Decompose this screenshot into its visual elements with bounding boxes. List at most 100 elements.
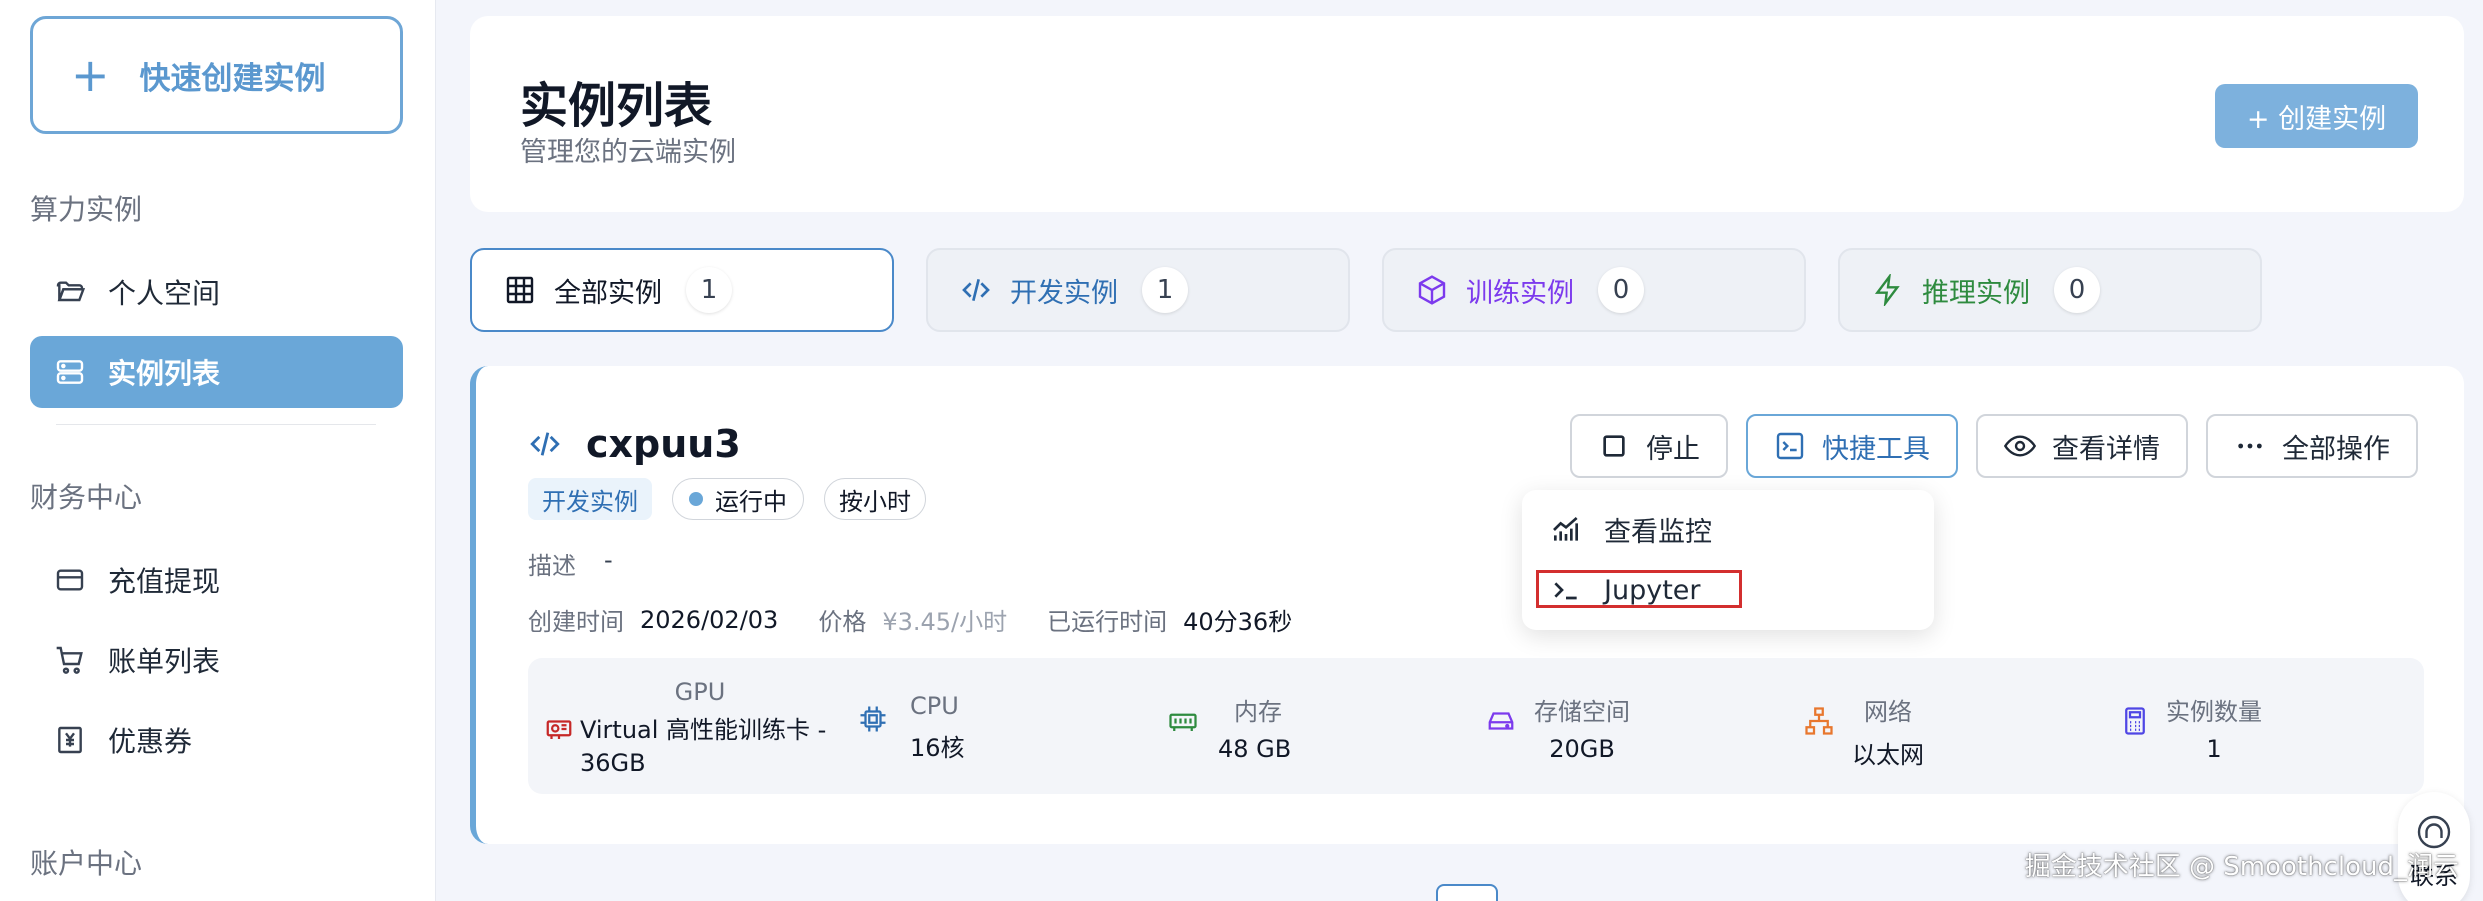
sidebar-item-instances[interactable]: 实例列表 <box>30 336 403 408</box>
billing-badge: 按小时 <box>824 478 926 520</box>
storage-label: 存储空间 <box>1534 698 1630 726</box>
quick-tools-label: 快捷工具 <box>1822 433 1930 465</box>
memory-icon <box>1169 713 1197 731</box>
instance-badges: 开发实例 运行中 按小时 <box>528 478 926 520</box>
jupyter-highlight-box <box>1536 570 1742 608</box>
stop-square-icon <box>1603 435 1625 457</box>
tab-dev-instances[interactable]: 开发实例 1 <box>926 248 1350 332</box>
status-dot <box>689 492 703 506</box>
storage-value: 20GB <box>1549 735 1615 763</box>
sidebar-item-bills[interactable]: 账单列表 <box>30 624 403 696</box>
cube-icon <box>1418 275 1446 305</box>
terminal-icon <box>1776 432 1804 460</box>
ellipsis-icon <box>2238 443 2262 449</box>
yen-receipt-icon <box>58 726 82 754</box>
instance-card: cxpuu3 开发实例 运行中 按小时 描述 - 创建时间 2026/02/03… <box>470 366 2464 844</box>
section-finance: 财务中心 <box>30 481 143 514</box>
spec-network: 网络 以太网 <box>1804 692 1924 770</box>
sidebar-item-label: 优惠券 <box>108 725 193 758</box>
folder-icon <box>56 281 86 302</box>
spec-instance-count: 实例数量 1 <box>2120 692 2262 763</box>
gpu-label: GPU <box>674 678 726 706</box>
grid-icon <box>506 276 534 304</box>
quick-tools-dropdown: 查看监控 Jupyter <box>1522 490 1934 630</box>
menu-item-monitor[interactable]: 查看监控 <box>1550 510 1712 549</box>
tab-all-instances[interactable]: 全部实例 1 <box>470 248 894 332</box>
tab-train-instances[interactable]: 训练实例 0 <box>1382 248 1806 332</box>
created-value: 2026/02/03 <box>640 605 779 634</box>
instance-actions: 停止 快捷工具 查看详情 全部操作 <box>1570 414 2418 478</box>
watermark: 掘金技术社区 @ Smoothcloud_润云 <box>2024 852 2459 882</box>
instance-specs: GPU Virtual 高性能训练卡 - 36GB CPU 16核 内存 48 … <box>528 658 2424 794</box>
instance-title-row: cxpuu3 <box>528 422 741 466</box>
sidebar-item-label: 个人空间 <box>108 277 221 310</box>
status-text: 运行中 <box>715 487 787 516</box>
cpu-icon <box>860 706 886 732</box>
server-icon <box>56 360 84 384</box>
meta-row: 创建时间 2026/02/03 价格 ¥3.45/小时 已运行时间 40分36秒 <box>528 602 1316 637</box>
tab-label: 推理实例 <box>1922 277 2030 309</box>
tab-label: 训练实例 <box>1466 277 1574 309</box>
instance-count-label: 实例数量 <box>2166 698 2262 726</box>
runtime-label: 已运行时间 <box>1047 608 1168 636</box>
divider <box>56 424 376 425</box>
price-value: ¥3.45/小时 <box>882 608 1008 636</box>
type-badge: 开发实例 <box>528 478 652 520</box>
gpu-icon <box>546 720 572 739</box>
instance-name: cxpuu3 <box>586 422 741 466</box>
lightning-icon <box>1874 274 1900 306</box>
gpu-value-line2: 36GB <box>580 749 646 777</box>
sidebar-item-recharge[interactable]: 充值提现 <box>30 544 403 616</box>
tab-count: 1 <box>1142 267 1188 313</box>
code-icon <box>962 279 990 301</box>
gpu-value-line1: Virtual 高性能训练卡 - <box>580 716 827 744</box>
price-label: 价格 <box>818 608 867 636</box>
tab-count: 0 <box>1598 267 1644 313</box>
sidebar-item-label: 充值提现 <box>108 565 221 598</box>
spec-storage: 存储空间 20GB <box>1486 692 1630 763</box>
sidebar-item-label: 账单列表 <box>108 645 221 678</box>
page-subtitle: 管理您的云端实例 <box>520 137 736 168</box>
chart-icon <box>1553 516 1578 541</box>
stop-button[interactable]: 停止 <box>1570 414 1728 478</box>
sidebar-item-personal[interactable]: 个人空间 <box>30 256 403 328</box>
page-title: 实例列表 <box>520 78 713 134</box>
description-row: 描述 - <box>528 546 613 581</box>
runtime-value: 40分36秒 <box>1183 608 1293 636</box>
code-icon <box>530 432 560 456</box>
credit-card-icon <box>56 569 84 591</box>
tab-count: 0 <box>2054 267 2100 313</box>
sidebar: + 快速创建实例 算力实例 个人空间 实例列表 财务中心 充值提现 账单列表 优… <box>0 0 436 901</box>
menu-item-label: 查看监控 <box>1604 517 1712 548</box>
network-label: 网络 <box>1864 698 1912 726</box>
memory-value: 48 GB <box>1218 735 1292 763</box>
cpu-value: 16核 <box>910 734 965 762</box>
quick-tools-button[interactable]: 快捷工具 <box>1746 414 1958 478</box>
eye-icon <box>2004 435 2036 457</box>
plus-icon: + <box>71 48 110 102</box>
memory-label: 内存 <box>1234 698 1282 726</box>
hard-drive-icon <box>1488 712 1514 730</box>
all-actions-button[interactable]: 全部操作 <box>2206 414 2418 478</box>
status-badge: 运行中 <box>672 478 804 520</box>
sidebar-item-coupons[interactable]: 优惠券 <box>30 704 403 776</box>
view-details-label: 查看详情 <box>2052 433 2160 465</box>
spec-cpu: CPU 16核 <box>858 692 965 763</box>
tab-label: 全部实例 <box>554 277 662 309</box>
description-label: 描述 <box>528 552 576 580</box>
stop-label: 停止 <box>1646 433 1700 465</box>
tab-count: 1 <box>686 267 732 313</box>
quick-create-button[interactable]: + 快速创建实例 <box>30 16 403 134</box>
page-header: 实例列表 管理您的云端实例 + 创建实例 <box>470 16 2464 212</box>
tab-inference-instances[interactable]: 推理实例 0 <box>1838 248 2262 332</box>
shopping-cart-icon <box>56 646 83 674</box>
sidebar-item-label: 实例列表 <box>108 357 221 390</box>
create-instance-button[interactable]: + 创建实例 <box>2215 84 2418 148</box>
view-details-button[interactable]: 查看详情 <box>1976 414 2188 478</box>
headset-icon <box>2417 815 2451 849</box>
calculator-icon <box>2125 707 2145 735</box>
cpu-label: CPU <box>910 692 959 720</box>
pagination-button[interactable] <box>1436 884 1498 901</box>
spec-gpu: GPU Virtual 高性能训练卡 - 36GB <box>544 678 826 777</box>
network-icon <box>1805 707 1833 735</box>
